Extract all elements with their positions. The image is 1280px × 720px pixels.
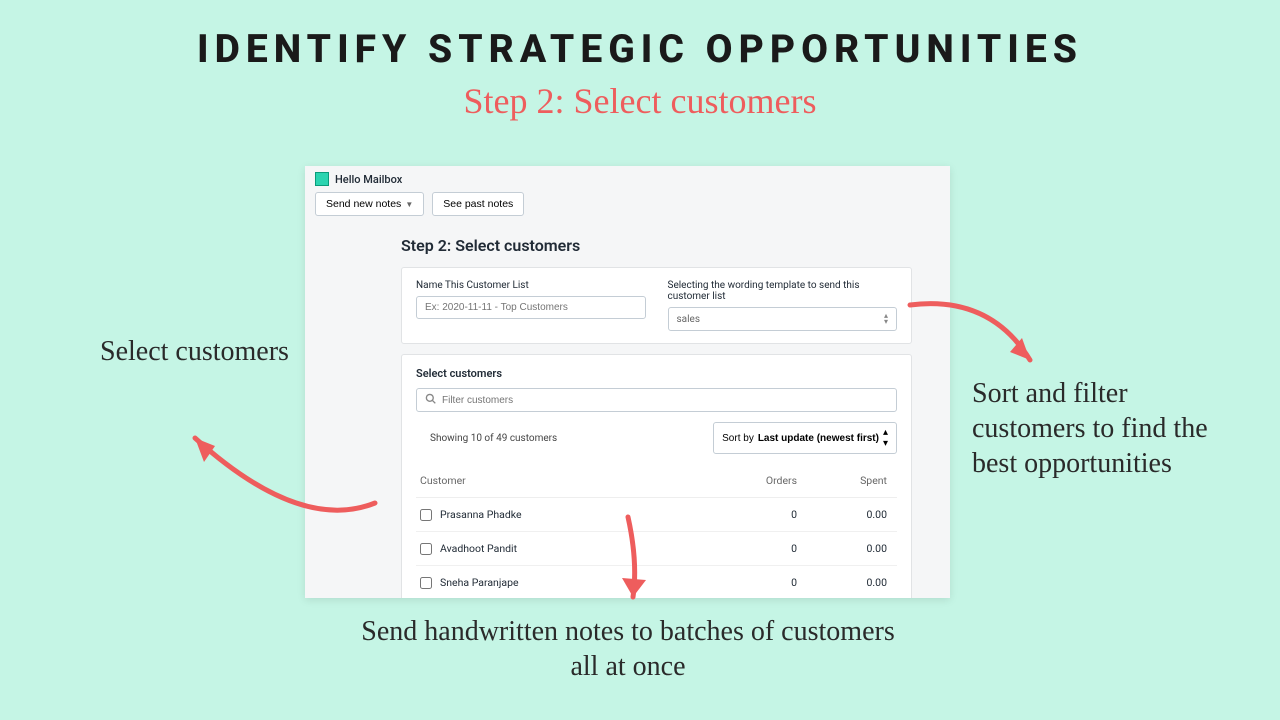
sort-value: Last update (newest first) <box>758 433 879 444</box>
showing-count: Showing 10 of 49 customers <box>430 433 557 444</box>
customer-orders: 0 <box>713 542 803 555</box>
search-icon <box>425 393 436 407</box>
customer-name: Sneha Paranjape <box>440 576 519 589</box>
page-subheading: Step 2: Select customers <box>0 80 1280 122</box>
name-list-label: Name This Customer List <box>416 280 646 291</box>
app-name: Hello Mailbox <box>335 173 402 186</box>
sort-button[interactable]: Sort by Last update (newest first) ▴▾ <box>713 422 897 454</box>
row-checkbox[interactable] <box>420 509 432 521</box>
row-checkbox[interactable] <box>420 543 432 555</box>
step-title: Step 2: Select customers <box>401 236 950 255</box>
template-field: Selecting the wording template to send t… <box>668 280 898 331</box>
col-spent: Spent <box>803 474 893 487</box>
template-select[interactable]: sales ▴▾ <box>668 307 898 331</box>
see-past-notes-label: See past notes <box>443 198 513 210</box>
customer-spent: 0.00 <box>803 508 893 521</box>
table-row: Avadhoot Pandit 0 0.00 <box>416 532 897 566</box>
filter-input[interactable] <box>442 395 888 406</box>
sort-prefix: Sort by <box>722 433 754 444</box>
template-label: Selecting the wording template to send t… <box>668 280 898 302</box>
select-customers-title: Select customers <box>416 367 897 380</box>
table-header: Customer Orders Spent <box>416 464 897 498</box>
annotation-bottom: Send handwritten notes to batches of cus… <box>358 614 898 684</box>
table-row: Sneha Paranjape 0 0.00 <box>416 566 897 598</box>
customer-spent: 0.00 <box>803 576 893 589</box>
filter-wrap <box>416 388 897 412</box>
send-new-notes-label: Send new notes <box>326 198 401 210</box>
customer-spent: 0.00 <box>803 542 893 555</box>
col-customer: Customer <box>420 474 713 487</box>
select-arrows-icon: ▴▾ <box>884 313 888 325</box>
customer-name: Avadhoot Pandit <box>440 542 517 555</box>
name-template-card: Name This Customer List Selecting the wo… <box>401 267 912 344</box>
app-header: Hello Mailbox <box>305 166 950 192</box>
app-logo-icon <box>315 172 329 186</box>
customer-name: Prasanna Phadke <box>440 508 522 521</box>
app-frame: Hello Mailbox Send new notes ▼ See past … <box>305 166 950 598</box>
col-orders: Orders <box>713 474 803 487</box>
toolbar: Send new notes ▼ See past notes <box>305 192 950 226</box>
page-heading: IDENTIFY STRATEGIC OPPORTUNITIES <box>0 0 1280 72</box>
customer-orders: 0 <box>713 508 803 521</box>
template-value: sales <box>677 314 701 325</box>
name-list-field: Name This Customer List <box>416 280 646 331</box>
annotation-left: Select customers <box>100 334 289 369</box>
chevron-down-icon: ▼ <box>405 200 413 209</box>
annotation-right: Sort and filter customers to find the be… <box>972 376 1222 481</box>
send-new-notes-button[interactable]: Send new notes ▼ <box>315 192 424 216</box>
select-customers-card: Select customers Showing 10 of 49 custom… <box>401 354 912 598</box>
customer-orders: 0 <box>713 576 803 589</box>
row-checkbox[interactable] <box>420 577 432 589</box>
table-row: Prasanna Phadke 0 0.00 <box>416 498 897 532</box>
see-past-notes-button[interactable]: See past notes <box>432 192 524 216</box>
name-list-input[interactable] <box>416 296 646 319</box>
sort-arrows-icon: ▴▾ <box>883 427 888 449</box>
